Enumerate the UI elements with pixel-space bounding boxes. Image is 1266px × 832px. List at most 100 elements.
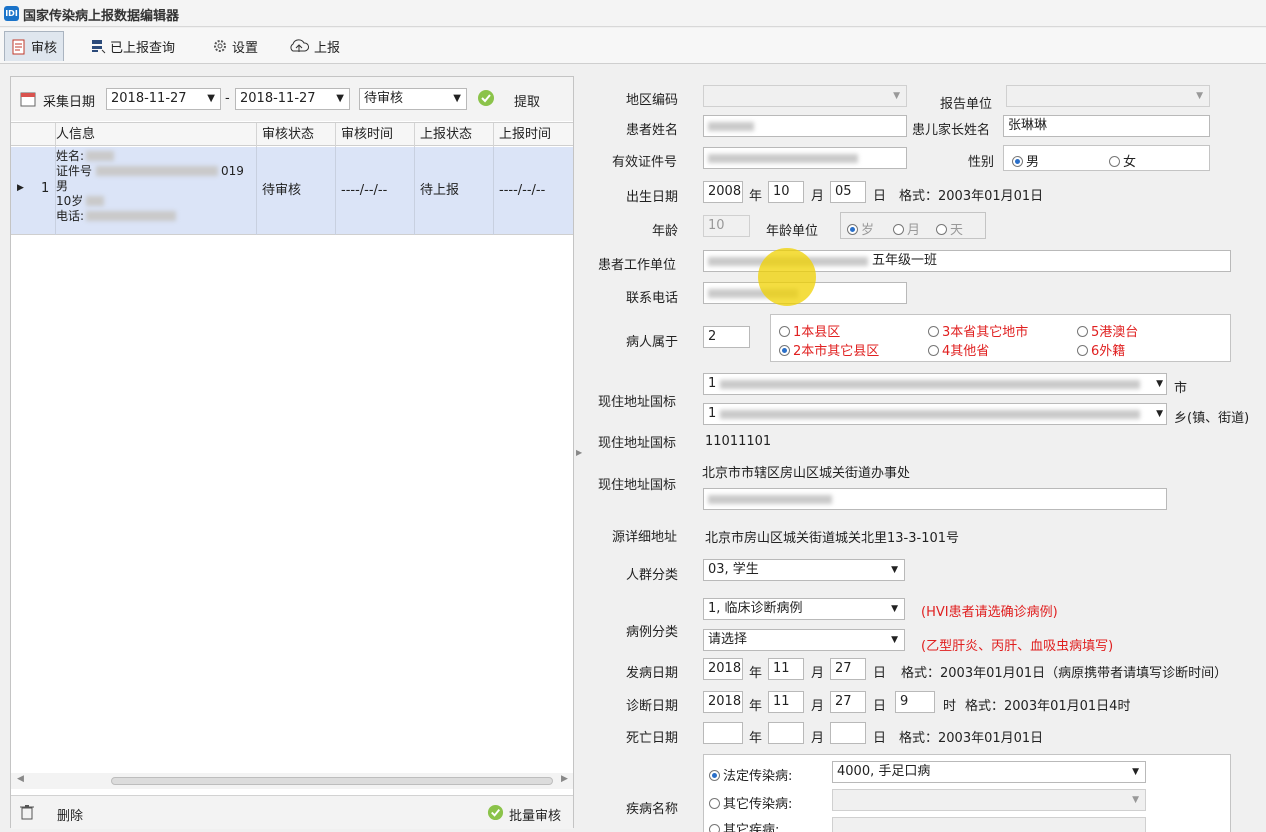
other-disease-select[interactable] — [832, 817, 1146, 832]
other-infectious-radio[interactable]: 其它传染病: — [709, 793, 792, 812]
parent-name-input[interactable]: 张琳琳 — [1003, 115, 1210, 137]
onset-month-input[interactable]: 11 — [768, 658, 804, 680]
col-header-report-status[interactable]: 上报状态 — [415, 123, 494, 147]
death-year-input[interactable] — [703, 722, 743, 744]
date-from-select[interactable]: 2018-11-27 ▼ — [106, 88, 221, 110]
chevron-down-icon: ▼ — [893, 91, 900, 101]
age-unit-tian-radio[interactable]: 天 — [936, 219, 963, 238]
batch-review-button[interactable]: 批量审核 — [509, 805, 561, 824]
diag-day-input[interactable]: 27 — [830, 691, 866, 713]
gender-female-radio[interactable]: 女 — [1109, 151, 1136, 170]
chevron-down-icon: ▼ — [1132, 767, 1139, 777]
report-unit-label: 报告单位 — [940, 97, 993, 112]
row-index: 1 — [41, 181, 50, 196]
age-unit-tian-label: 天 — [950, 223, 964, 238]
diag-year-input[interactable]: 2018 — [703, 691, 743, 713]
year-unit: 年 — [749, 731, 763, 746]
age-unit-sui-radio[interactable]: 岁 — [847, 219, 874, 238]
radio-icon — [1109, 156, 1120, 167]
radio-checked-icon — [1012, 156, 1023, 167]
collect-date-label: 采集日期 — [43, 95, 96, 110]
chevron-down-icon: ▼ — [891, 604, 898, 614]
redacted-age — [86, 196, 104, 206]
address-city-select[interactable]: 1 ▼ — [703, 373, 1167, 395]
belong-opt-5-label: 5港澳台 — [1091, 325, 1139, 340]
diag-hour-input[interactable]: 9 — [895, 691, 935, 713]
col-header-info[interactable]: 人信息 — [56, 123, 257, 147]
tab-reported-query[interactable]: 已上报查询 — [84, 31, 181, 61]
crowd-select[interactable]: 03, 学生 ▼ — [703, 559, 905, 581]
birth-day-input[interactable]: 05 — [830, 181, 866, 203]
id-number-label: 有效证件号 — [612, 155, 678, 170]
diagnosis-date-label: 诊断日期 — [626, 699, 679, 714]
parent-name-label: 患儿家长姓名 — [912, 123, 991, 138]
grid-header: 人信息 审核状态 审核时间 上报状态 上报时间 — [11, 122, 573, 147]
disease-group: 法定传染病: 4000, 手足口病 ▼ 其它传染病: ▼ 其它疾病: — [703, 754, 1231, 832]
report-unit-select[interactable]: ▼ — [1006, 85, 1210, 107]
birth-year-input[interactable]: 2008 — [703, 181, 743, 203]
splitter-handle[interactable]: ▶ — [576, 448, 582, 457]
case-class2-hint: (乙型肝炎、丙肝、血吸虫病填写) — [921, 639, 1114, 654]
onset-format-hint: 格式：2003年01月01日（病原携带者请填写诊断时间） — [901, 666, 1228, 681]
scroll-right-icon[interactable]: ▶ — [561, 774, 568, 784]
trash-icon[interactable] — [19, 804, 35, 820]
date-to-select[interactable]: 2018-11-27 ▼ — [235, 88, 350, 110]
age-input[interactable]: 10 — [703, 215, 750, 237]
case-class2-select[interactable]: 请选择 ▼ — [703, 629, 905, 651]
other-infectious-select[interactable]: ▼ — [832, 789, 1146, 811]
horizontal-scrollbar[interactable]: ◀ ▶ — [11, 773, 573, 789]
onset-day-input[interactable]: 27 — [830, 658, 866, 680]
scroll-left-icon[interactable]: ◀ — [17, 774, 24, 784]
region-code-select[interactable]: ▼ — [703, 85, 907, 107]
address-code-label-1: 现住地址国标 — [598, 395, 677, 410]
belong-opt-5[interactable]: 5港澳台 — [1077, 321, 1138, 340]
gender-male-radio[interactable]: 男 — [1012, 151, 1039, 170]
bottom-bar: 删除 批量审核 — [11, 795, 573, 829]
patient-belong-input[interactable]: 2 — [703, 326, 750, 348]
death-day-input[interactable] — [830, 722, 866, 744]
belong-opt-2[interactable]: 2本市其它县区 — [779, 340, 879, 359]
belong-opt-6[interactable]: 6外籍 — [1077, 340, 1125, 359]
death-month-input[interactable] — [768, 722, 804, 744]
check-circle-icon — [478, 90, 494, 106]
day-unit: 日 — [873, 731, 887, 746]
onset-year-input[interactable]: 2018 — [703, 658, 743, 680]
tab-settings[interactable]: 设置 — [206, 31, 264, 61]
address-town-select[interactable]: 1 ▼ — [703, 403, 1167, 425]
delete-button[interactable]: 删除 — [57, 805, 83, 824]
belong-opt-4[interactable]: 4其他省 — [928, 340, 989, 359]
col-header-report-time[interactable]: 上报时间 — [494, 123, 573, 147]
work-unit-value: 五年级一班 — [872, 253, 938, 268]
fetch-button[interactable]: 提取 — [514, 91, 540, 110]
info-name-label: 姓名: — [56, 149, 85, 163]
legal-infectious-radio[interactable]: 法定传染病: — [709, 765, 792, 784]
tab-upload[interactable]: 上报 — [282, 31, 346, 61]
belong-opt-1[interactable]: 1本县区 — [779, 321, 840, 340]
age-unit-yue-radio[interactable]: 月 — [893, 219, 920, 238]
address-code-label-2: 现住地址国标 — [598, 436, 677, 451]
filter-bar: 采集日期 2018-11-27 ▼ - 2018-11-27 ▼ 待审核 ▼ 提取 — [11, 77, 573, 121]
onset-date-label: 发病日期 — [626, 666, 679, 681]
redacted-phone — [86, 211, 176, 221]
tab-review[interactable]: 审核 — [4, 31, 65, 61]
birth-date-label: 出生日期 — [626, 190, 679, 205]
other-disease-radio[interactable]: 其它疾病: — [709, 819, 779, 832]
belong-opt-3[interactable]: 3本省其它地市 — [928, 321, 1028, 340]
cell-review-time: ----/--/-- — [336, 147, 415, 235]
col-header-review-time[interactable]: 审核时间 — [336, 123, 415, 147]
date-separator: - — [225, 91, 230, 106]
id-number-input[interactable] — [703, 147, 907, 169]
birth-month-input[interactable]: 10 — [768, 181, 804, 203]
scrollbar-thumb[interactable] — [111, 777, 553, 785]
date-to-value: 2018-11-27 — [240, 91, 316, 106]
table-row[interactable]: ▶ 1 姓名: 证件号 男 10岁 电话: 019 待审核 ----/--/--… — [11, 147, 573, 235]
diag-month-input[interactable]: 11 — [768, 691, 804, 713]
status-select[interactable]: 待审核 ▼ — [359, 88, 467, 110]
col-header-review-status[interactable]: 审核状态 — [257, 123, 336, 147]
patient-name-input[interactable] — [703, 115, 907, 137]
address-text-input[interactable] — [703, 488, 1167, 510]
crowd-label: 人群分类 — [626, 568, 679, 583]
legal-infectious-label: 法定传染病: — [723, 769, 793, 784]
case-class-select[interactable]: 1, 临床诊断病例 ▼ — [703, 598, 905, 620]
legal-disease-select[interactable]: 4000, 手足口病 ▼ — [832, 761, 1146, 783]
